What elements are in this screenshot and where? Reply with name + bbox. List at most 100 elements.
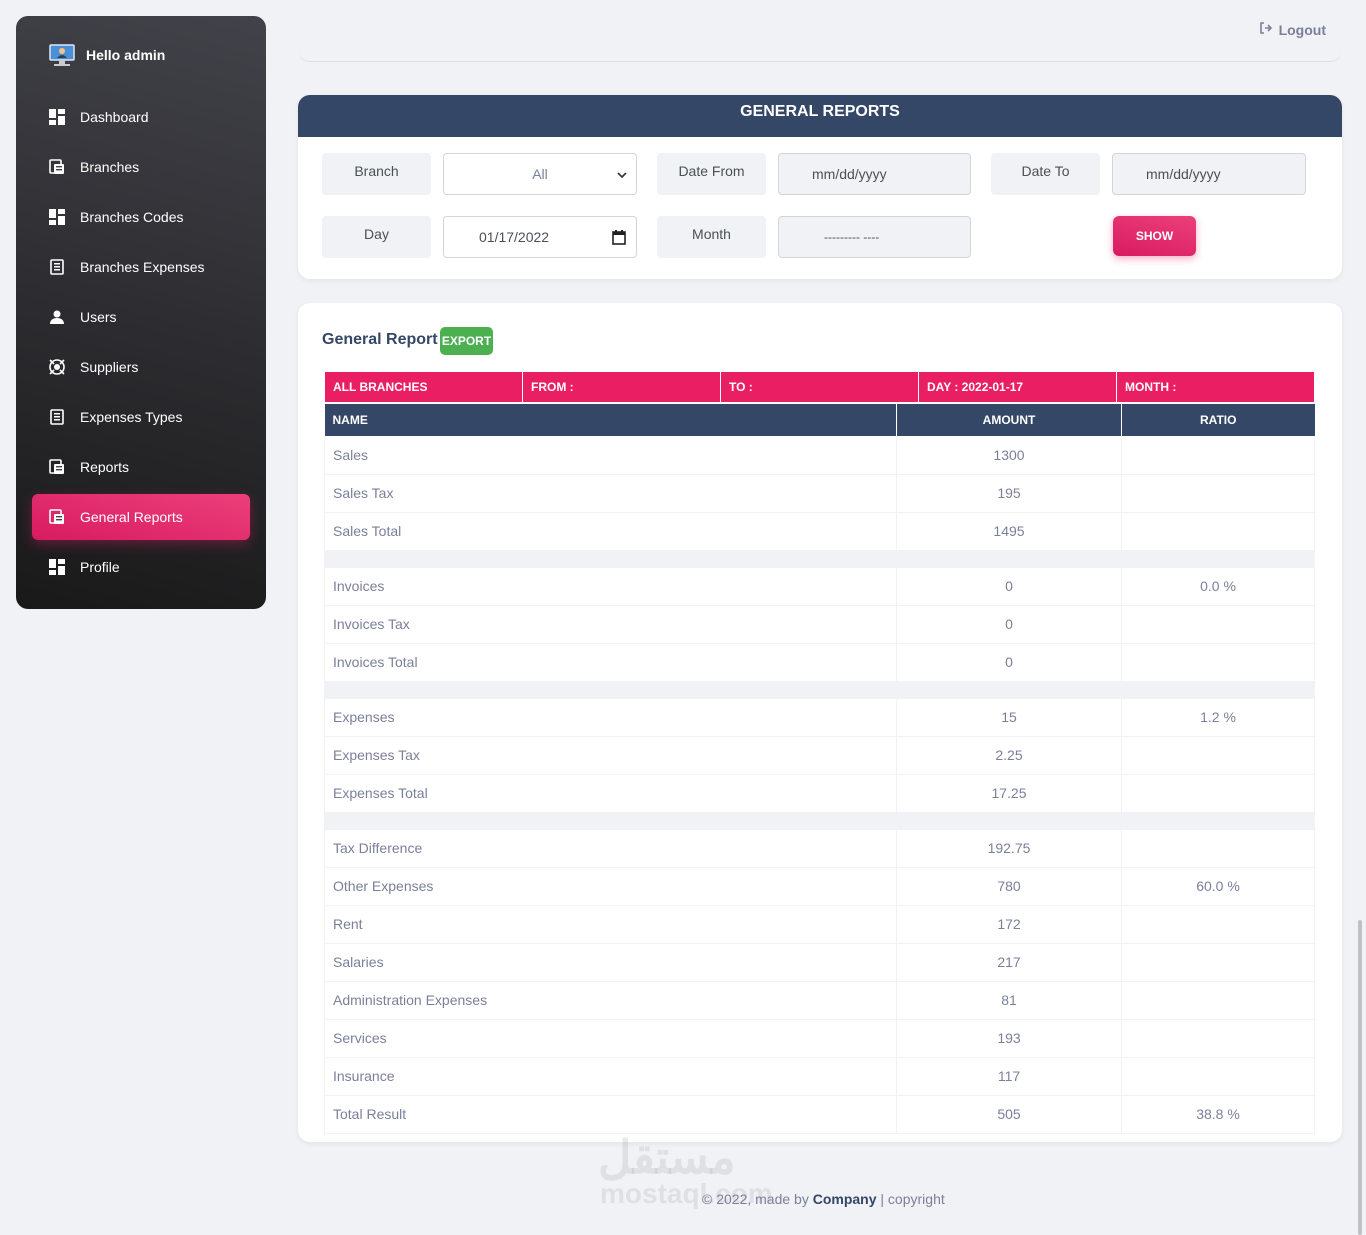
report-summary-cell: FROM : [523, 372, 721, 402]
topbar: Logout [298, 0, 1342, 62]
show-button[interactable]: SHOW [1113, 216, 1196, 256]
table-spacer-row [324, 681, 1315, 699]
cell-amount: 780 [896, 867, 1122, 906]
table-row: Sales Tax 195 [324, 474, 1315, 513]
table-spacer-row [324, 550, 1315, 568]
support-icon [48, 358, 66, 376]
report-card: General Report EXPORT ALL BRANCHES FROM :… [298, 303, 1342, 1142]
table-row: Total Result 505 38.8 % [324, 1095, 1315, 1134]
footer: © 2022, made by Company | copyright [0, 1191, 1366, 1207]
document-icon [48, 258, 66, 276]
date-to-label: Date To [991, 153, 1100, 195]
cell-ratio: 38.8 % [1121, 1095, 1315, 1134]
export-button[interactable]: EXPORT [440, 327, 493, 355]
cell-amount: 0 [896, 567, 1122, 606]
sidebar-item-branches-expenses[interactable]: Branches Expenses [32, 244, 250, 290]
cell-name: Other Expenses [324, 867, 897, 906]
branch-select[interactable]: All [443, 153, 637, 195]
footer-suffix: | copyright [880, 1191, 945, 1207]
cell-amount: 15 [896, 698, 1122, 737]
sidebar-item-profile[interactable]: Profile [32, 544, 250, 590]
sidebar-item-branches[interactable]: Branches [32, 144, 250, 190]
sidebar-item-general-reports[interactable]: General Reports [32, 494, 250, 540]
cell-ratio [1121, 829, 1315, 868]
month-input[interactable]: --------- ---- [778, 216, 971, 258]
sidebar-item-label: Dashboard [80, 109, 149, 125]
receipt-icon [48, 458, 66, 476]
spacer-cell [1121, 550, 1315, 568]
filter-title: GENERAL REPORTS [298, 95, 1342, 137]
month-label: Month [657, 216, 766, 258]
date-from-placeholder: mm/dd/yyyy [812, 166, 887, 182]
sidebar-item-label: Suppliers [80, 359, 139, 375]
day-label: Day [322, 216, 431, 258]
cell-ratio: 0.0 % [1121, 567, 1315, 606]
sidebar-item-suppliers[interactable]: Suppliers [32, 344, 250, 390]
cell-name: Invoices Total [324, 643, 897, 682]
greeting-text: Hello admin [86, 47, 166, 63]
sidebar-item-label: General Reports [80, 509, 183, 525]
table-spacer-row [324, 812, 1315, 830]
person-icon [48, 308, 66, 326]
report-summary-cell: ALL BRANCHES [325, 372, 523, 402]
sidebar-item-dashboard[interactable]: Dashboard [32, 94, 250, 140]
table-row: Sales Total 1495 [324, 512, 1315, 551]
sidebar-item-label: Reports [80, 459, 130, 475]
table-header-row: NAME AMOUNT RATIO [324, 404, 1315, 436]
cell-amount: 17.25 [896, 774, 1122, 813]
cell-ratio [1121, 905, 1315, 944]
calendar-icon[interactable] [612, 230, 626, 248]
sidebar-item-label: Users [80, 309, 117, 325]
watermark-arabic: مستقل [598, 1131, 736, 1183]
cell-ratio [1121, 643, 1315, 682]
sidebar-brand[interactable]: Hello admin [32, 16, 250, 94]
report-summary-cell: MONTH : [1125, 380, 1177, 394]
cell-name: Administration Expenses [324, 981, 897, 1020]
spacer-cell [324, 812, 897, 830]
table-row: Salaries 217 [324, 943, 1315, 982]
cell-name: Expenses Tax [324, 736, 897, 775]
date-to-input[interactable]: mm/dd/yyyy [1112, 153, 1306, 195]
table-row: Expenses 15 1.2 % [324, 698, 1315, 737]
table-row: Services 193 [324, 1019, 1315, 1058]
table-row: Expenses Tax 2.25 [324, 736, 1315, 775]
dashboard-icon [48, 208, 66, 226]
table-row: Expenses Total 17.25 [324, 774, 1315, 813]
report-filter-summary: ALL BRANCHES FROM : TO : DAY : 2022-01-17 MO… [324, 371, 1315, 403]
cell-ratio [1121, 774, 1315, 813]
cell-ratio: 60.0 % [1121, 867, 1315, 906]
table-row: Insurance 117 [324, 1057, 1315, 1096]
date-from-input[interactable]: mm/dd/yyyy [778, 153, 971, 195]
cell-name: Rent [324, 905, 897, 944]
table-row: Tax Difference 192.75 [324, 829, 1315, 868]
cell-ratio [1121, 1057, 1315, 1096]
report-summary-cell: TO : [721, 372, 919, 402]
footer-company-link[interactable]: Company [813, 1191, 877, 1207]
sidebar-item-reports[interactable]: Reports [32, 444, 250, 490]
dashboard-icon [48, 108, 66, 126]
sidebar-item-branches-codes[interactable]: Branches Codes [32, 194, 250, 240]
cell-ratio [1121, 512, 1315, 551]
spacer-cell [324, 550, 897, 568]
receipt-icon [48, 158, 66, 176]
sidebar-item-expenses-types[interactable]: Expenses Types [32, 394, 250, 440]
sidebar-item-label: Branches Expenses [80, 259, 205, 275]
cell-amount: 2.25 [896, 736, 1122, 775]
cell-name: Total Result [324, 1095, 897, 1134]
header-ratio: RATIO [1121, 404, 1315, 436]
cell-name: Invoices Tax [324, 605, 897, 644]
sidebar-item-label: Branches [80, 159, 140, 175]
cell-amount: 505 [896, 1095, 1122, 1134]
sidebar-item-label: Branches Codes [80, 209, 184, 225]
sidebar-nav: Dashboard Branches Branches Codes Branches … [32, 94, 250, 590]
cell-ratio [1121, 436, 1315, 475]
cell-name: Sales [324, 436, 897, 475]
logout-link[interactable]: Logout [1259, 21, 1326, 38]
table-row: Rent 172 [324, 905, 1315, 944]
day-input[interactable]: 01/17/2022 [443, 216, 637, 258]
sidebar-item-users[interactable]: Users [32, 294, 250, 340]
dashboard-icon [48, 558, 66, 576]
page-scrollbar[interactable] [1358, 920, 1362, 1235]
header-amount: AMOUNT [896, 404, 1122, 436]
table-row: Invoices Tax 0 [324, 605, 1315, 644]
